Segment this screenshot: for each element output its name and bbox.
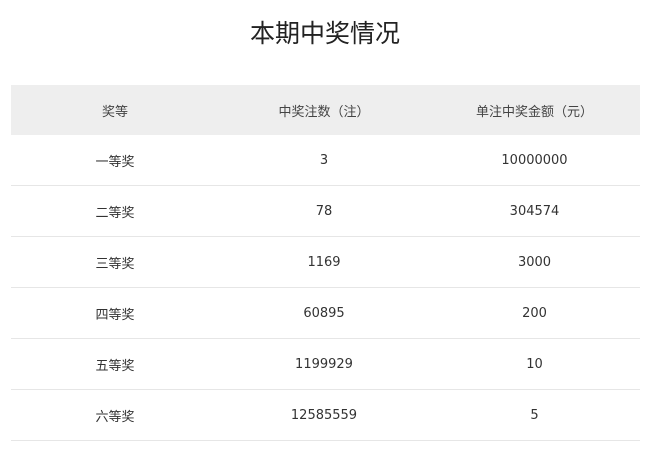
prize-level-cell: 五等奖 xyxy=(11,338,219,390)
column-header-level: 奖等 xyxy=(101,104,128,120)
winner-count-cell: 1169 xyxy=(219,236,429,288)
prize-amount-cell: 3000 xyxy=(429,236,640,288)
prize-level-cell: 一等奖 xyxy=(11,135,219,186)
table-row: 二等奖 78 304574 xyxy=(11,185,640,237)
page-title: 本期中奖情况 xyxy=(249,19,400,48)
winner-count-cell: 60895 xyxy=(219,287,429,339)
table-row: 四等奖 60895 200 xyxy=(11,287,640,339)
winner-count-cell: 78 xyxy=(219,185,429,237)
prize-amount-cell: 5 xyxy=(429,389,640,441)
table-row: 五等奖 1199929 10 xyxy=(11,338,640,390)
winner-count-cell: 12585559 xyxy=(219,389,429,441)
prize-level-cell: 二等奖 xyxy=(11,185,219,237)
header-row: 奖等 中奖注数（注） 单注中奖金额（元） xyxy=(11,85,640,135)
prize-level-cell: 四等奖 xyxy=(11,287,219,339)
table-row: 六等奖 12585559 5 xyxy=(11,389,640,441)
winner-count-cell: 3 xyxy=(219,135,429,186)
prize-amount-cell: 200 xyxy=(429,287,640,339)
prize-amount-cell: 10000000 xyxy=(429,135,640,186)
prize-amount-cell: 304574 xyxy=(429,185,640,237)
column-header-count: 中奖注数（注） xyxy=(278,104,370,120)
winner-count-cell: 1199929 xyxy=(219,338,429,390)
prize-table-header: 奖等 中奖注数（注） 单注中奖金额（元） xyxy=(11,85,640,135)
prize-level-cell: 六等奖 xyxy=(11,389,219,441)
prize-table: 奖等 中奖注数（注） 单注中奖金额（元） 一等奖 3 10000000 二等奖 … xyxy=(11,85,640,441)
table-row: 一等奖 3 10000000 xyxy=(11,135,640,186)
prize-table-body: 一等奖 3 10000000 二等奖 78 304574 三等奖 1169 30… xyxy=(11,135,640,441)
prize-level-cell: 三等奖 xyxy=(11,236,219,288)
prize-amount-cell: 10 xyxy=(429,338,640,390)
table-row: 三等奖 1169 3000 xyxy=(11,236,640,288)
column-header-amount: 单注中奖金额（元） xyxy=(475,104,593,120)
